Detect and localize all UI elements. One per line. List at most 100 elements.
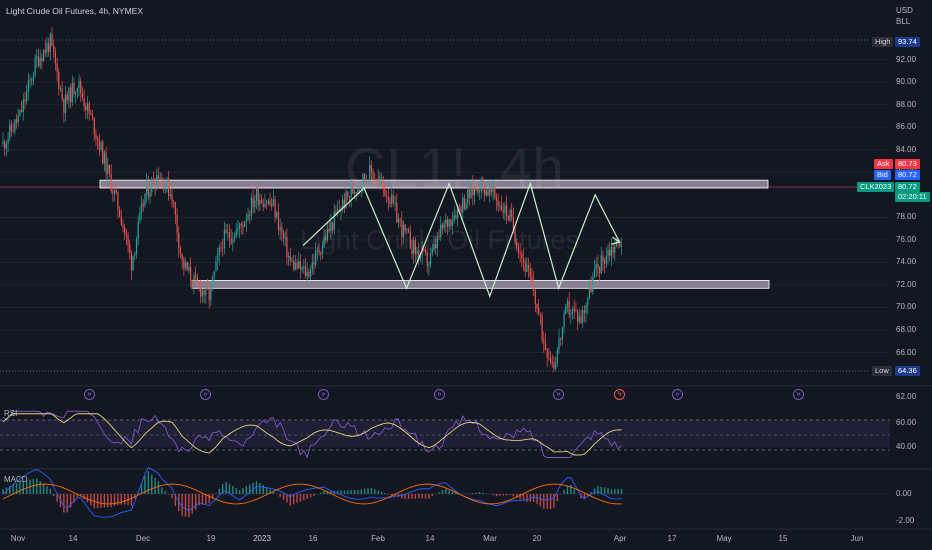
- candle-body: [203, 290, 205, 295]
- candle-body: [41, 57, 43, 62]
- macd-axis-neg2: -2.00: [896, 516, 915, 525]
- candle-body: [262, 203, 264, 208]
- macd-bar: [492, 494, 494, 496]
- macd-bar: [299, 494, 302, 502]
- candle-body: [90, 113, 92, 115]
- macd-bar: [401, 494, 403, 499]
- macd-bar: [171, 494, 173, 499]
- candle-body: [247, 214, 249, 221]
- candle-body: [188, 266, 190, 271]
- candle-body: [37, 56, 40, 66]
- price-tick-label: 88.00: [896, 99, 917, 109]
- candle-body: [139, 212, 141, 222]
- candle-body: [183, 259, 185, 269]
- macd-bar: [374, 489, 376, 494]
- macd-bar: [242, 488, 244, 494]
- time-tick-label: May: [716, 534, 732, 543]
- price-tick-label: 74.00: [896, 257, 917, 267]
- macd-bar: [184, 494, 187, 517]
- candle-body: [213, 271, 215, 277]
- candle-body: [588, 284, 591, 299]
- candle-body: [555, 363, 557, 369]
- macd-bar: [512, 494, 515, 497]
- candle-body: [157, 175, 160, 179]
- candle-body: [465, 202, 467, 209]
- candle-body: [276, 212, 278, 218]
- candle-body: [32, 75, 35, 81]
- price-tick-label: 86.00: [896, 122, 917, 132]
- macd-bar: [509, 494, 511, 496]
- candle-body: [549, 358, 552, 363]
- rsi-axis-40: 40.00: [896, 442, 917, 451]
- price-tick-label: 72.00: [896, 279, 917, 289]
- macd-bar: [563, 489, 565, 494]
- candle-body: [20, 109, 23, 112]
- event-icon[interactable]: »: [84, 389, 95, 400]
- chart-canvas[interactable]: [0, 0, 932, 550]
- candle-body: [46, 43, 48, 53]
- ask-tag-value: 80.73: [895, 159, 920, 169]
- candle-body: [610, 247, 612, 256]
- price-tick-label: 66.00: [896, 347, 917, 357]
- macd-bar: [123, 494, 126, 505]
- contract-price-tag: 80.72: [895, 182, 920, 192]
- candle-body: [600, 255, 602, 274]
- event-icon[interactable]: »: [200, 389, 211, 400]
- candle-body: [609, 249, 611, 256]
- candle-body: [48, 43, 50, 53]
- candle-body: [88, 103, 90, 114]
- candle-body: [551, 362, 553, 363]
- time-tick-label: 14: [425, 534, 435, 543]
- macd-bar: [340, 490, 342, 494]
- macd-bar: [370, 487, 373, 494]
- support-zone: [191, 280, 770, 289]
- event-icon[interactable]: »: [793, 389, 804, 400]
- macd-bar: [32, 478, 35, 494]
- chart-window[interactable]: Light Crude Oil Futures, 4h, NYMEX USD B…: [0, 0, 932, 550]
- event-icon[interactable]: »: [434, 389, 445, 400]
- time-tick-label: Apr: [613, 534, 627, 543]
- candle-body: [254, 200, 256, 208]
- candle-body: [298, 261, 300, 269]
- macd-label[interactable]: MACD: [4, 475, 28, 484]
- candle-body: [51, 33, 53, 46]
- event-icon[interactable]: »: [318, 389, 329, 400]
- price-tick-label: 78.00: [896, 212, 917, 222]
- candle-body: [595, 264, 597, 270]
- event-icon[interactable]: »: [672, 389, 683, 400]
- time-tick-label: 15: [778, 534, 788, 543]
- candle-body: [524, 261, 526, 272]
- candle-body: [5, 143, 7, 149]
- candle-body: [563, 313, 565, 328]
- macd-bar: [448, 490, 450, 494]
- macd-bar: [36, 478, 38, 494]
- price-tick-label: 84.00: [896, 144, 917, 154]
- candle-body: [7, 138, 9, 144]
- candle-body: [205, 285, 207, 295]
- lightning-event-icon[interactable]: ϟ: [614, 389, 625, 400]
- macd-bar: [505, 494, 508, 496]
- time-tick-label: Dec: [135, 534, 151, 543]
- event-icon[interactable]: »: [553, 389, 564, 400]
- candle-body: [191, 280, 193, 286]
- candle-body: [100, 142, 102, 150]
- candle-body: [396, 202, 398, 223]
- macd-bar: [86, 494, 89, 503]
- candle-body: [288, 255, 290, 258]
- macd-bar: [83, 494, 85, 500]
- rsi-label[interactable]: RSI: [4, 409, 17, 418]
- macd-bar: [313, 494, 315, 496]
- macd-bar: [309, 494, 312, 498]
- candle-body: [264, 203, 266, 208]
- ask-tag-label: Ask: [874, 159, 893, 169]
- candle-body: [169, 194, 171, 196]
- macd-bar: [107, 494, 109, 508]
- candle-body: [453, 214, 455, 221]
- candle-body: [134, 253, 136, 256]
- macd-bar: [363, 488, 366, 494]
- candle-body: [556, 350, 558, 364]
- candle-body: [142, 203, 144, 206]
- candle-body: [558, 338, 560, 351]
- macd-bar: [593, 488, 596, 494]
- macd-bar: [573, 489, 575, 494]
